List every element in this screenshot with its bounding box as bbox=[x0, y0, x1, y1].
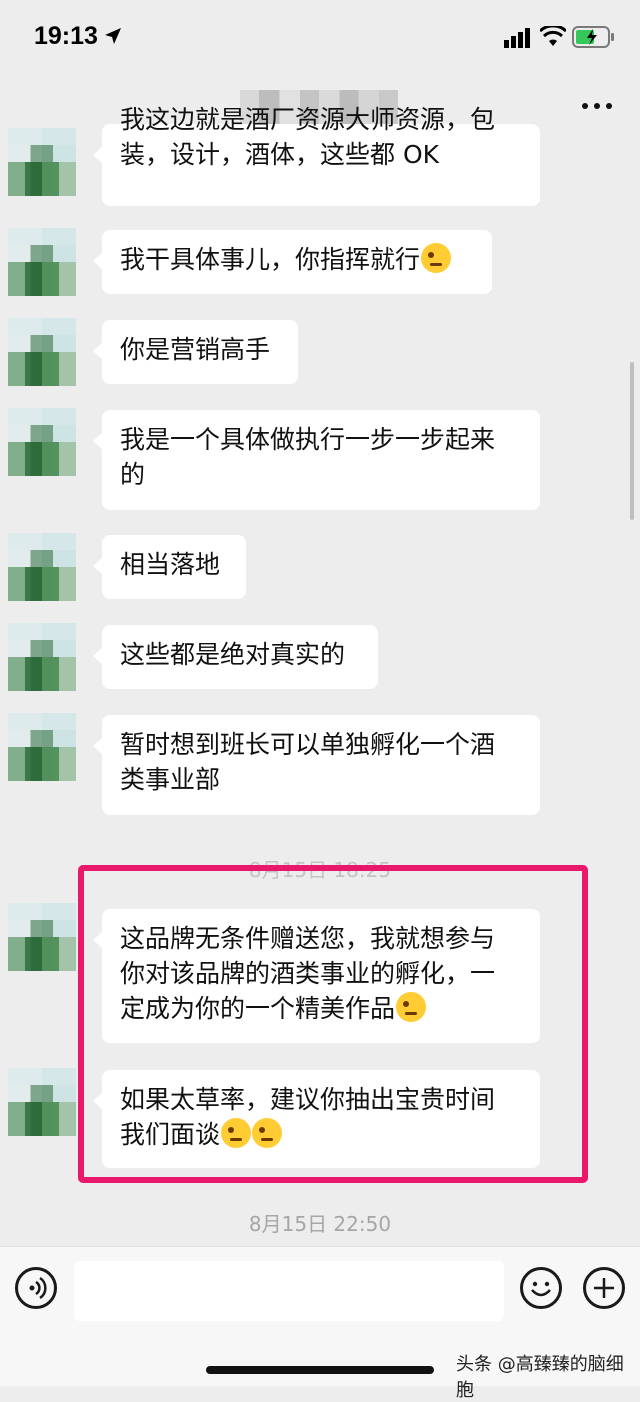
avatar[interactable] bbox=[8, 408, 76, 476]
thinking-emoji-icon bbox=[252, 1118, 283, 1148]
message-text: 相当落地 bbox=[120, 550, 221, 579]
message-text: 你是营销高手 bbox=[120, 335, 271, 364]
message-line: 如果太草率，建议你抽出宝贵时间 bbox=[120, 1085, 496, 1114]
avatar[interactable] bbox=[8, 1068, 76, 1136]
thinking-emoji-icon bbox=[221, 1118, 252, 1148]
message-bubble[interactable]: 我干具体事儿，你指挥就行 bbox=[93, 230, 492, 294]
message-bubble[interactable]: 这些都是绝对真实的 bbox=[93, 625, 378, 689]
message-line: 的 bbox=[120, 460, 146, 489]
avatar[interactable] bbox=[8, 228, 76, 296]
message-bubble[interactable]: 相当落地 bbox=[93, 535, 246, 599]
avatar[interactable] bbox=[8, 903, 76, 971]
watermark: 头条 @高臻臻的脑细胞 bbox=[456, 1354, 624, 1401]
voice-icon[interactable] bbox=[15, 1267, 57, 1309]
message-bubble[interactable]: 暂时想到班长可以单独孵化一个酒 类事业部 bbox=[93, 715, 540, 815]
location-arrow-icon bbox=[105, 28, 121, 44]
avatar[interactable] bbox=[8, 623, 76, 691]
battery-charging-icon bbox=[572, 26, 614, 48]
message-line: 我们面谈 bbox=[120, 1120, 221, 1149]
avatar[interactable] bbox=[8, 128, 76, 196]
timestamp-partial: 8月15日 18:25 bbox=[248, 858, 392, 882]
plus-icon[interactable] bbox=[583, 1267, 625, 1309]
message-bubble[interactable]: 如果太草率，建议你抽出宝贵时间 我们面谈 bbox=[93, 1070, 540, 1168]
message-bubble[interactable]: 我这边就是酒厂资源大师资源，包 装，设计，酒体，这些都 OK bbox=[93, 105, 540, 206]
message-bubble[interactable]: 这品牌无条件赠送您，我就想参与 你对该品牌的酒类事业的孵化，一 定成为你的一个精… bbox=[93, 909, 540, 1043]
thinking-emoji-icon bbox=[396, 992, 427, 1022]
message-bubble[interactable]: 你是营销高手 bbox=[93, 320, 298, 384]
avatar[interactable] bbox=[8, 713, 76, 781]
timestamp: 8月15日 22:50 bbox=[248, 1212, 392, 1236]
message-text: 这些都是绝对真实的 bbox=[120, 640, 346, 669]
status-bar: 19:13 bbox=[0, 0, 640, 78]
status-time: 19:13 bbox=[34, 22, 98, 50]
avatar[interactable] bbox=[8, 533, 76, 601]
message-line: 我这边就是酒厂资源大师资源，包 bbox=[120, 105, 496, 134]
message-line: 定成为你的一个精美作品 bbox=[120, 994, 396, 1023]
chat-message-list[interactable]: 我这边就是酒厂资源大师资源，包 装，设计，酒体，这些都 OK 我干具体事儿，你指… bbox=[0, 78, 640, 1246]
scrollbar[interactable] bbox=[630, 362, 634, 520]
message-text: 我干具体事儿，你指挥就行 bbox=[120, 245, 421, 274]
message-line: 类事业部 bbox=[120, 765, 221, 794]
home-indicator bbox=[206, 1366, 434, 1374]
signal-bars-icon bbox=[504, 28, 530, 48]
message-line: 我是一个具体做执行一步一步起来 bbox=[120, 425, 496, 454]
thinking-emoji-icon bbox=[421, 243, 452, 273]
smile-icon[interactable] bbox=[520, 1267, 562, 1309]
message-line: 这品牌无条件赠送您，我就想参与 bbox=[120, 924, 496, 953]
message-bubble[interactable]: 我是一个具体做执行一步一步起来 的 bbox=[93, 410, 540, 510]
wifi-icon bbox=[540, 26, 566, 46]
message-line: 装，设计，酒体，这些都 OK bbox=[120, 140, 440, 169]
avatar[interactable] bbox=[8, 318, 76, 386]
message-line: 你对该品牌的酒类事业的孵化，一 bbox=[120, 959, 496, 988]
message-input[interactable] bbox=[74, 1261, 504, 1321]
message-line: 暂时想到班长可以单独孵化一个酒 bbox=[120, 730, 496, 759]
